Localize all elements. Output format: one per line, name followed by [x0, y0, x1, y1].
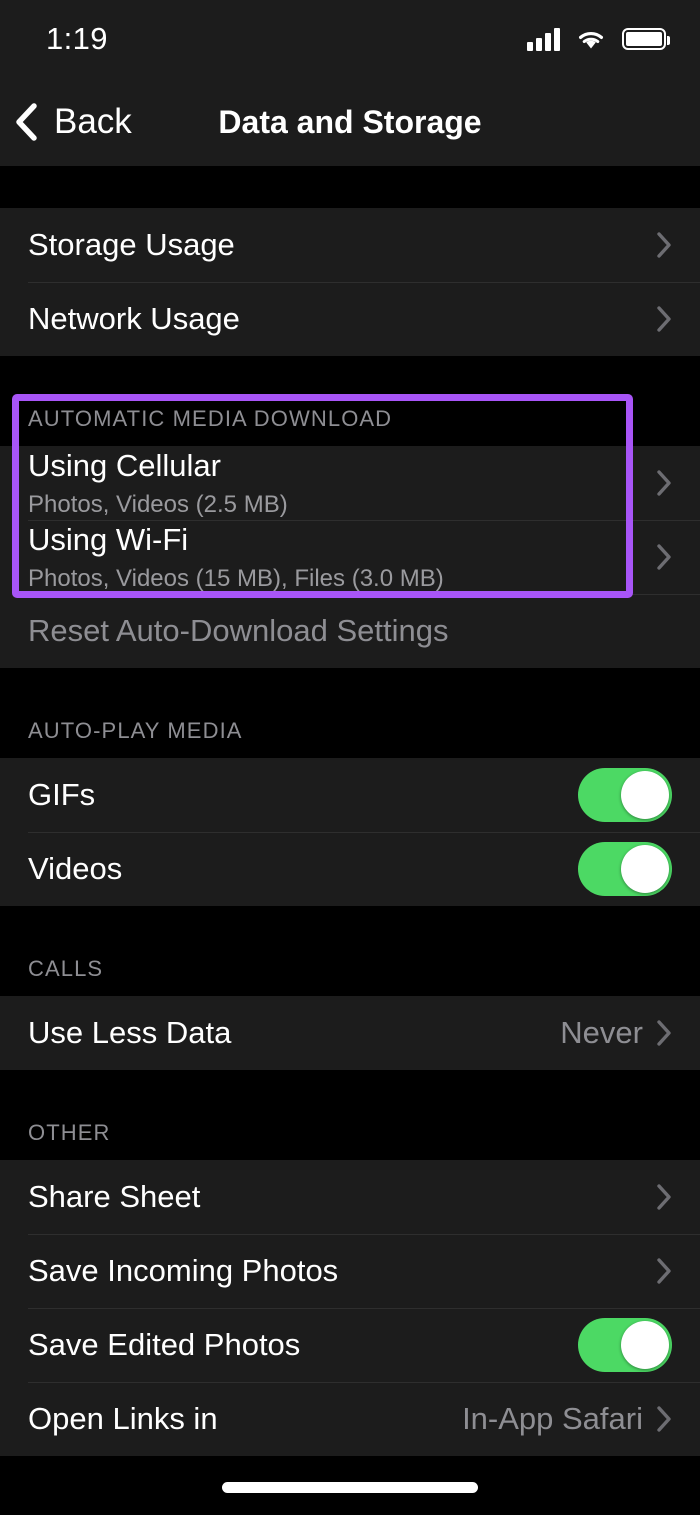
chevron-right-icon	[657, 1406, 671, 1432]
row-main: Open Links in	[28, 1401, 218, 1437]
row-main: Use Less Data	[28, 1015, 231, 1051]
status-bar-clock: 1:19	[46, 21, 108, 56]
settings-list: Storage Usage Network Usage AUTOMATIC MEDI…	[0, 166, 700, 1456]
home-indicator	[222, 1482, 478, 1493]
row-title: Use Less Data	[28, 1015, 232, 1050]
row-value: In-App Safari	[462, 1401, 643, 1436]
row-main: Using Cellular Photos, Videos (2.5 MB)	[28, 448, 288, 519]
row-main: Save Edited Photos	[28, 1327, 300, 1363]
settings-row[interactable]: Using Cellular Photos, Videos (2.5 MB)	[0, 446, 700, 520]
settings-row[interactable]: Videos	[0, 832, 700, 906]
row-title: Using Wi-Fi	[28, 521, 189, 557]
row-title: Storage Usage	[28, 227, 235, 262]
row-value: Never	[560, 1015, 643, 1050]
settings-group: Using Cellular Photos, Videos (2.5 MB) Usi…	[0, 446, 700, 668]
toggle-switch[interactable]	[578, 842, 672, 896]
section-gap	[0, 1070, 700, 1114]
row-title: GIFs	[28, 777, 96, 812]
row-main: Using Wi-Fi Photos, Videos (15 MB), Files…	[28, 522, 444, 593]
section-gap	[0, 166, 700, 208]
toggle-switch[interactable]	[578, 768, 672, 822]
settings-row[interactable]: Network Usage	[0, 282, 700, 356]
section-gap	[0, 906, 700, 950]
row-subtitle: Photos, Videos (2.5 MB)	[28, 490, 288, 518]
settings-row[interactable]: Save Edited Photos	[0, 1308, 700, 1382]
cellular-signal-icon	[527, 27, 560, 51]
settings-row[interactable]: Open Links in In-App Safari	[0, 1382, 700, 1456]
row-title: Open Links in	[28, 1401, 218, 1436]
row-accessory	[578, 768, 672, 822]
chevron-left-icon	[16, 103, 37, 141]
row-accessory	[578, 842, 672, 896]
settings-row[interactable]: GIFs	[0, 758, 700, 832]
chevron-right-icon	[657, 1258, 671, 1284]
chevron-right-icon	[657, 306, 671, 332]
settings-row[interactable]: Using Wi-Fi Photos, Videos (15 MB), Files…	[0, 520, 700, 594]
settings-group: Share Sheet Save Incoming Photos Save Edit…	[0, 1160, 700, 1456]
settings-group: Use Less Data Never	[0, 996, 700, 1070]
row-title: Share Sheet	[28, 1179, 201, 1214]
back-button[interactable]: Back	[0, 102, 132, 142]
chevron-right-icon	[657, 232, 671, 258]
settings-row[interactable]: Storage Usage	[0, 208, 700, 282]
row-title: Save Edited Photos	[28, 1327, 301, 1362]
row-title: Reset Auto-Download Settings	[28, 613, 449, 648]
settings-row[interactable]: Save Incoming Photos	[0, 1234, 700, 1308]
row-accessory	[657, 1258, 672, 1284]
wifi-icon	[576, 28, 606, 50]
toggle-knob	[621, 771, 669, 819]
battery-full-icon	[622, 28, 670, 50]
row-main: GIFs	[28, 777, 95, 813]
row-accessory: In-App Safari	[462, 1401, 672, 1437]
row-main: Reset Auto-Download Settings	[28, 613, 448, 649]
chevron-right-icon	[657, 544, 671, 570]
row-accessory	[657, 470, 672, 496]
row-accessory: Never	[560, 1015, 672, 1051]
navigation-bar: Back Data and Storage	[0, 78, 700, 166]
settings-group: GIFs Videos	[0, 758, 700, 906]
chevron-right-icon	[657, 1184, 671, 1210]
toggle-knob	[621, 845, 669, 893]
section-header: AUTOMATIC MEDIA DOWNLOAD	[0, 400, 700, 446]
settings-group: Storage Usage Network Usage	[0, 208, 700, 356]
settings-row[interactable]: Use Less Data Never	[0, 996, 700, 1070]
row-main: Videos	[28, 851, 122, 887]
phone-screen: 1:19 Back Data and Storage Storage Usage…	[0, 0, 700, 1515]
status-bar-icons	[527, 27, 670, 51]
row-main: Save Incoming Photos	[28, 1253, 338, 1289]
section-header: AUTO-PLAY MEDIA	[0, 712, 700, 758]
chevron-right-icon	[657, 1020, 671, 1046]
settings-row: Reset Auto-Download Settings	[0, 594, 700, 668]
row-title: Network Usage	[28, 301, 240, 336]
row-subtitle: Photos, Videos (15 MB), Files (3.0 MB)	[28, 564, 444, 592]
row-title: Save Incoming Photos	[28, 1253, 339, 1288]
back-button-label: Back	[54, 102, 132, 141]
status-bar: 1:19	[0, 0, 700, 78]
toggle-switch[interactable]	[578, 1318, 672, 1372]
row-main: Network Usage	[28, 301, 240, 337]
row-accessory	[657, 232, 672, 258]
settings-row[interactable]: Share Sheet	[0, 1160, 700, 1234]
row-accessory	[657, 306, 672, 332]
toggle-knob	[621, 1321, 669, 1369]
row-accessory	[657, 544, 672, 570]
row-main: Storage Usage	[28, 227, 235, 263]
row-title: Using Cellular	[28, 447, 221, 483]
row-accessory	[578, 1318, 672, 1372]
row-accessory	[657, 1184, 672, 1210]
chevron-right-icon	[657, 470, 671, 496]
row-title: Videos	[28, 851, 123, 886]
section-header: OTHER	[0, 1114, 700, 1160]
section-header: CALLS	[0, 950, 700, 996]
section-gap	[0, 668, 700, 712]
section-gap	[0, 356, 700, 400]
row-main: Share Sheet	[28, 1179, 200, 1215]
